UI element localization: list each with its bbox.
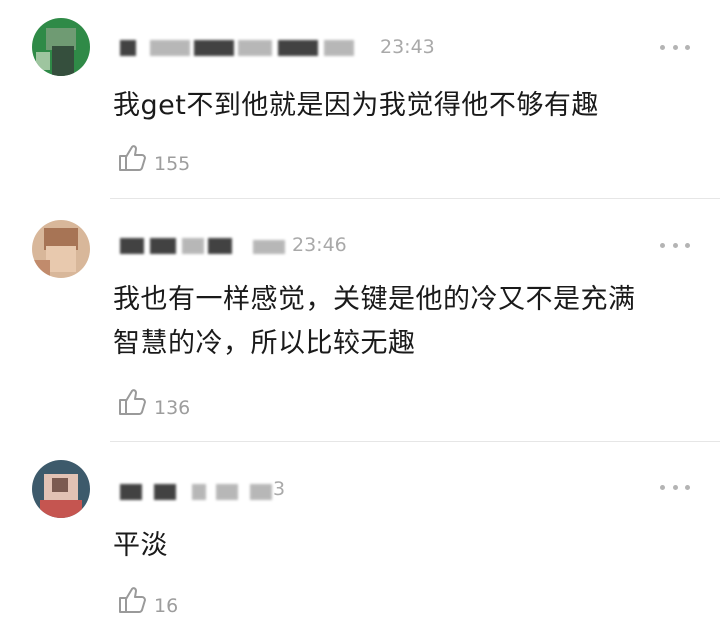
username-blurred[interactable] — [120, 478, 290, 506]
more-dots-icon[interactable] — [660, 483, 690, 491]
like-button[interactable]: 16 — [116, 582, 178, 616]
like-count: 136 — [154, 397, 191, 419]
like-button[interactable]: 136 — [116, 384, 190, 418]
like-button[interactable]: 155 — [116, 140, 190, 174]
avatar[interactable] — [32, 220, 90, 278]
divider — [110, 441, 720, 442]
timestamp: 23:46 — [292, 234, 347, 256]
avatar[interactable] — [32, 18, 90, 76]
comment-text: 我get不到他就是因为我觉得他不够有趣 — [113, 90, 599, 121]
thumbs-up-icon — [119, 389, 146, 415]
like-count: 155 — [154, 153, 191, 175]
location-blurred — [253, 240, 285, 254]
more-dots-icon[interactable] — [660, 43, 690, 51]
thumbs-up-icon — [119, 587, 146, 613]
comment-text-line1: 我也有一样感觉，关键是他的冷又不是充满 — [113, 284, 636, 315]
thumbs-up-icon — [119, 145, 146, 171]
more-dots-icon[interactable] — [660, 241, 690, 249]
comment-text-line2: 智慧的冷，所以比较无趣 — [113, 328, 416, 359]
comment-text: 平淡 — [113, 530, 168, 561]
like-count: 16 — [154, 595, 179, 617]
timestamp: 3 — [273, 478, 286, 500]
avatar[interactable] — [32, 460, 90, 518]
username-blurred[interactable] — [120, 34, 380, 62]
username-blurred[interactable] — [120, 232, 270, 260]
divider — [110, 198, 720, 199]
timestamp: 23:43 — [380, 36, 435, 58]
